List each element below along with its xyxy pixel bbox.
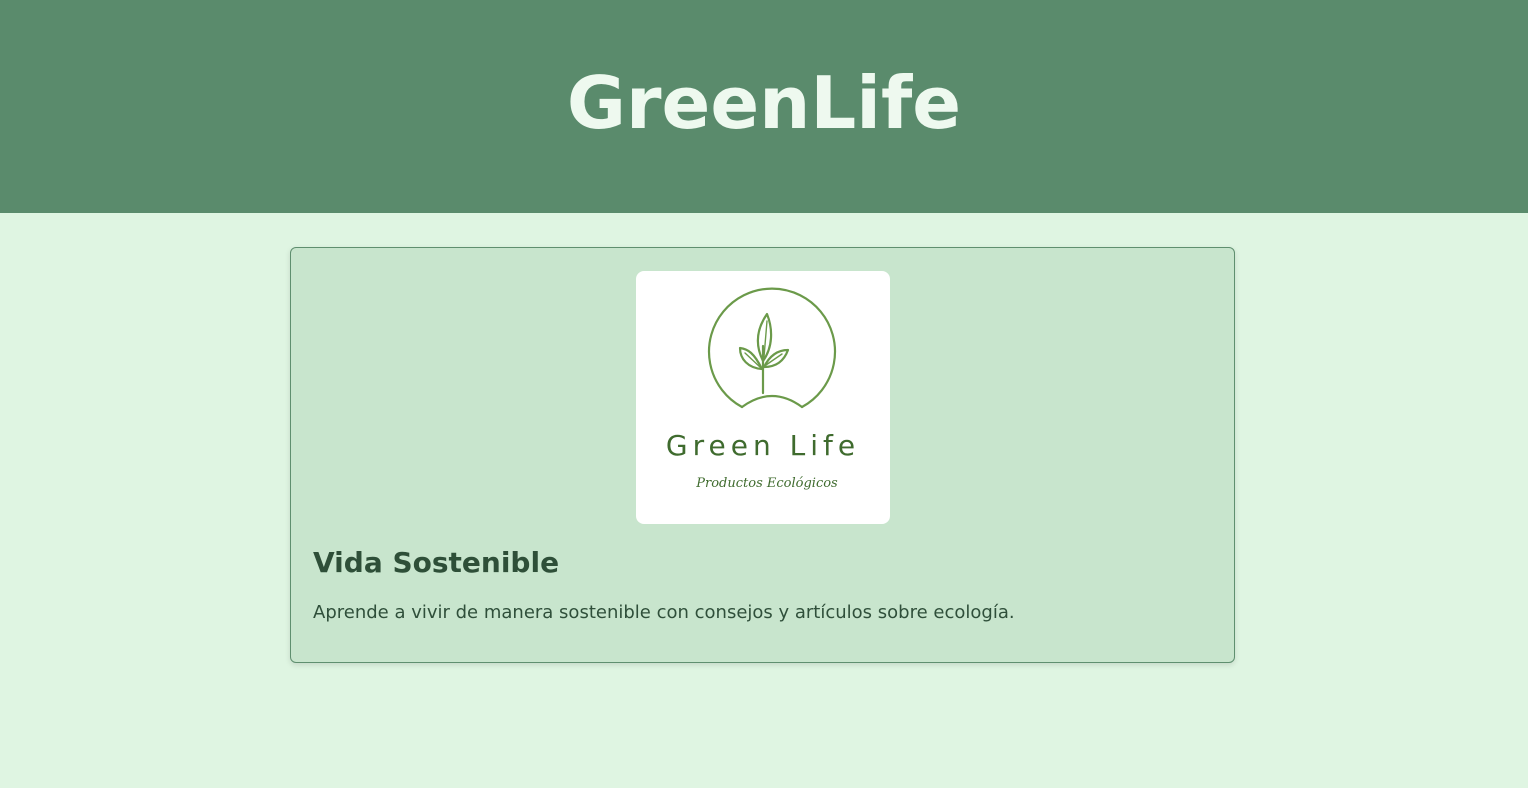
logo-tagline: Productos Ecológicos	[695, 476, 838, 491]
site-title: GreenLife	[566, 60, 962, 145]
card-description: Aprende a vivir de manera sostenible con…	[313, 602, 1015, 623]
site-header: GreenLife	[0, 0, 1528, 213]
sprout-icon	[707, 287, 837, 409]
greenlife-logo: Green Life Productos Ecológicos	[636, 271, 890, 524]
article-card: Green Life Productos Ecológicos Vida Sos…	[290, 247, 1235, 663]
logo-brand-name: Green Life	[666, 429, 860, 462]
card-title: Vida Sostenible	[313, 546, 560, 579]
